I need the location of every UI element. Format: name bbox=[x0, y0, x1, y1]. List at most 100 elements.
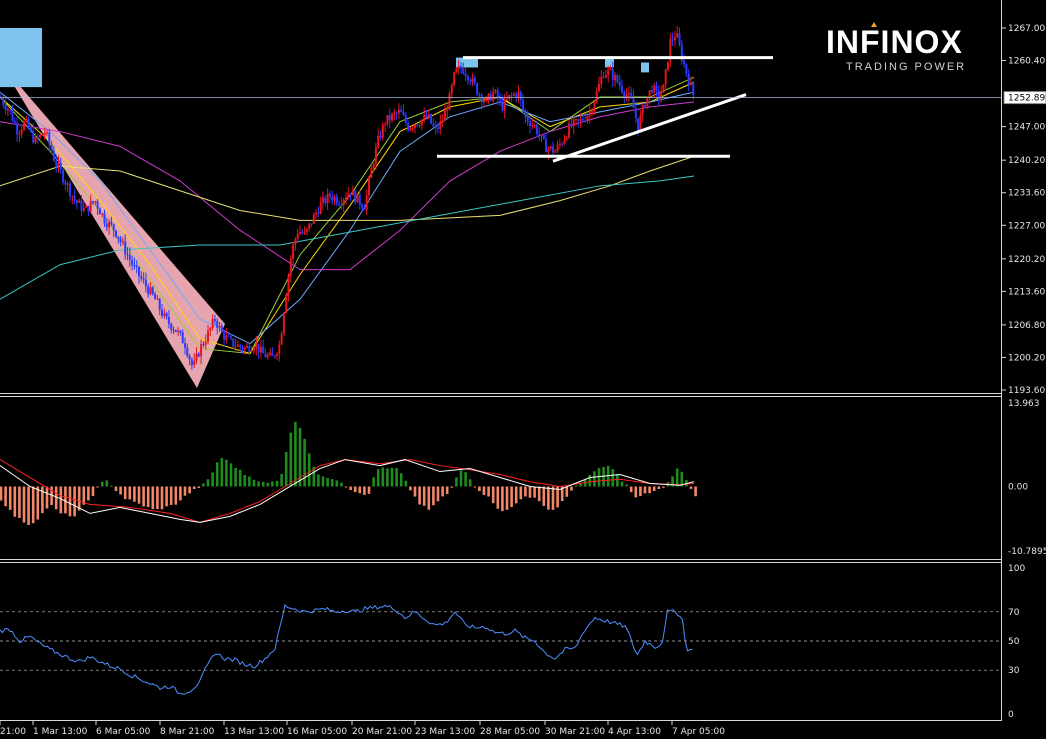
candle-body bbox=[80, 200, 83, 211]
candle-body bbox=[598, 83, 600, 92]
price-panel[interactable]: 1252.89 bbox=[0, 25, 1046, 389]
trading-chart[interactable]: 1252.89 1267.00 1260.40 1247.00 1240.20 1233… bbox=[0, 0, 1046, 739]
macd-bar bbox=[432, 486, 435, 506]
macd-bar bbox=[349, 486, 352, 491]
candle-body bbox=[243, 347, 246, 350]
candle-body bbox=[193, 360, 196, 365]
candle-body bbox=[27, 119, 30, 129]
candle-body bbox=[147, 286, 150, 295]
candle-body bbox=[167, 316, 170, 324]
candle-body bbox=[266, 354, 269, 358]
macd-bar bbox=[648, 486, 651, 494]
macd-panel[interactable] bbox=[0, 421, 697, 526]
candle-body bbox=[409, 128, 412, 131]
macd-bar bbox=[202, 483, 205, 487]
candle-body bbox=[257, 343, 260, 353]
macd-bar bbox=[100, 481, 104, 487]
candle-body bbox=[227, 335, 230, 337]
macd-bar bbox=[491, 486, 495, 504]
candle-body bbox=[460, 66, 462, 69]
trendline-3[interactable] bbox=[552, 93, 747, 163]
candle-body bbox=[384, 124, 387, 126]
candle-body bbox=[204, 341, 207, 345]
candle-body bbox=[581, 119, 584, 121]
candle-body bbox=[648, 90, 651, 98]
macd-bar bbox=[289, 432, 293, 487]
candle-body bbox=[443, 110, 446, 121]
macd-bar bbox=[694, 486, 697, 497]
candle-body bbox=[333, 196, 336, 201]
macd-bar bbox=[395, 468, 398, 487]
candle-body bbox=[156, 299, 159, 301]
candle-body bbox=[108, 221, 111, 228]
candle-body bbox=[365, 195, 368, 210]
candle-body bbox=[526, 116, 529, 122]
candle-body bbox=[301, 232, 304, 234]
candle-body bbox=[623, 91, 626, 97]
candle-body bbox=[671, 39, 674, 41]
brand-name: INFINOX bbox=[826, 24, 963, 60]
candle-body bbox=[473, 77, 476, 84]
macd-bar bbox=[114, 486, 118, 491]
candle-body bbox=[98, 208, 101, 215]
candle-body bbox=[519, 91, 522, 100]
candle-body bbox=[439, 121, 442, 129]
rsi-panel[interactable] bbox=[0, 603, 1001, 695]
candle-body bbox=[572, 119, 575, 127]
macd-bar bbox=[206, 479, 210, 487]
candle-body bbox=[319, 202, 322, 214]
candle-body bbox=[163, 313, 166, 316]
macd-bar bbox=[436, 486, 440, 502]
macd-bar bbox=[514, 486, 518, 504]
macd-bar bbox=[505, 486, 509, 510]
candle-body bbox=[115, 230, 117, 237]
candle-body bbox=[588, 111, 591, 116]
candle-body bbox=[678, 33, 681, 45]
macd-bar bbox=[142, 486, 145, 507]
candle-body bbox=[294, 239, 297, 245]
candle-body bbox=[292, 244, 295, 259]
macd-bar bbox=[234, 467, 237, 487]
candle-body bbox=[386, 115, 389, 125]
trendlines[interactable] bbox=[437, 56, 773, 163]
macd-bar bbox=[574, 485, 578, 487]
macd-bar bbox=[376, 469, 380, 487]
time-tick-label: 21:00 bbox=[0, 727, 26, 737]
candle-body bbox=[190, 359, 193, 365]
candle-body bbox=[312, 214, 315, 224]
macd-bar bbox=[211, 472, 214, 487]
candle-body bbox=[119, 238, 122, 242]
candle-body bbox=[331, 196, 334, 201]
candle-body bbox=[230, 336, 232, 339]
candle-body bbox=[23, 121, 25, 130]
candle-body bbox=[220, 325, 223, 333]
macd-bar bbox=[248, 476, 251, 487]
candle-body bbox=[653, 85, 656, 93]
candle-body bbox=[59, 162, 62, 170]
rsi-tick-label: 50 bbox=[1008, 637, 1020, 647]
candle-body bbox=[434, 126, 437, 128]
candle-body bbox=[278, 344, 281, 354]
macd-bar bbox=[542, 486, 546, 506]
macd-bar bbox=[183, 486, 187, 496]
candle-body bbox=[105, 223, 108, 228]
candle-body bbox=[4, 104, 7, 110]
macd-bar bbox=[501, 486, 504, 512]
candle-body bbox=[138, 266, 140, 277]
macd-bar bbox=[363, 486, 366, 495]
candle-body bbox=[71, 195, 74, 197]
macd-bar bbox=[257, 481, 260, 487]
macd-bar bbox=[616, 473, 619, 487]
candle-body bbox=[209, 327, 212, 331]
macd-lines bbox=[0, 459, 695, 523]
macd-bar bbox=[519, 486, 523, 500]
macd-bar bbox=[620, 481, 624, 487]
candle-body bbox=[692, 82, 695, 96]
candle-body bbox=[200, 344, 203, 357]
candle-body bbox=[372, 163, 375, 169]
rsi-levels bbox=[0, 611, 1001, 671]
rsi-tick-label: 0 bbox=[1008, 710, 1014, 720]
macd-bar bbox=[427, 486, 431, 510]
current-price-label: 1252.89 bbox=[1008, 94, 1045, 104]
candle-body bbox=[345, 197, 347, 200]
